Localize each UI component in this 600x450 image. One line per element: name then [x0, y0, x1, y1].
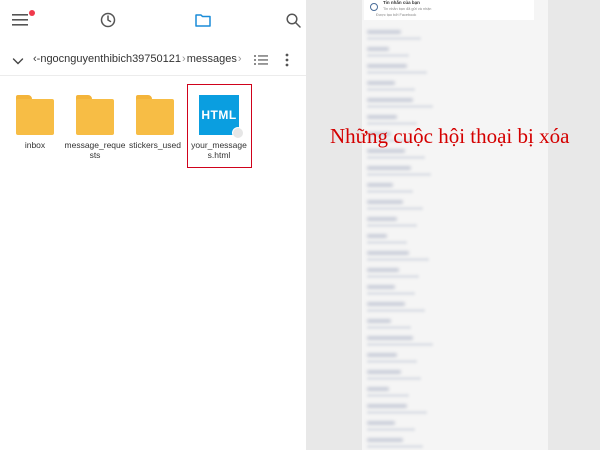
file-item-message-requests[interactable]: message_requests — [64, 90, 126, 160]
messages-header-subtitle: Tin nhắn bạn đã gửi và nhận — [383, 7, 432, 11]
blurred-conversation-subtitle — [367, 360, 417, 363]
blurred-conversation-title — [367, 268, 399, 272]
selection-highlight — [187, 84, 252, 168]
blurred-conversation-subtitle — [367, 71, 427, 74]
path-separator: › — [182, 53, 186, 65]
notification-dot — [29, 10, 35, 16]
blurred-conversation-title — [367, 81, 395, 85]
messages-list: Tin nhắn của bạn Tin nhắn bạn đã gửi và … — [362, 0, 548, 450]
messages-header-note: Được tạo bởi Facebook — [376, 13, 417, 17]
blurred-conversation-title — [367, 387, 389, 391]
blurred-conversation-subtitle — [367, 207, 423, 210]
blurred-conversation-title — [367, 251, 409, 255]
path-segment-parent[interactable]: ‹-ngocnguyenthibich39750121 — [33, 53, 181, 65]
blurred-conversation-subtitle — [367, 54, 409, 57]
blurred-conversation-title — [367, 404, 407, 408]
folder-icon — [76, 95, 114, 135]
path-segments: ‹-ngocnguyenthibich39750121›messages› — [33, 53, 243, 65]
blurred-conversation-subtitle — [367, 394, 409, 397]
blurred-conversation-title — [367, 302, 405, 306]
blurred-conversation-subtitle — [367, 173, 431, 176]
sort-list-icon[interactable] — [253, 52, 269, 68]
messenger-icon — [370, 3, 378, 11]
blurred-conversation-subtitle — [367, 309, 425, 312]
blurred-conversation-subtitle — [367, 377, 421, 380]
search-icon[interactable] — [281, 8, 305, 32]
blurred-conversation-title — [367, 438, 403, 442]
blurred-conversation-subtitle — [367, 224, 417, 227]
blurred-conversation-subtitle — [367, 411, 427, 414]
file-label: message_requests — [64, 140, 126, 160]
folder-icon — [16, 95, 54, 135]
blurred-conversation-title — [367, 166, 411, 170]
top-toolbar — [0, 0, 306, 40]
blurred-conversation-subtitle — [367, 428, 415, 431]
blurred-conversation-title — [367, 421, 395, 425]
deleted-conversations-caption: Những cuộc hội thoại bị xóa — [330, 124, 570, 148]
blurred-conversation-subtitle — [367, 292, 415, 295]
blurred-conversation-subtitle — [367, 190, 413, 193]
blurred-conversation-title — [367, 149, 405, 153]
blurred-conversation-subtitle — [367, 105, 433, 108]
messages-preview: Tin nhắn của bạn Tin nhắn bạn đã gửi và … — [306, 0, 600, 450]
more-options-icon[interactable] — [280, 52, 294, 68]
folder-icon[interactable] — [191, 8, 215, 32]
blurred-conversation-subtitle — [367, 88, 415, 91]
blurred-conversation-title — [367, 336, 413, 340]
folder-icon — [136, 95, 174, 135]
blurred-conversation-title — [367, 285, 395, 289]
blurred-conversation-subtitle — [367, 445, 423, 448]
blurred-conversation-title — [367, 217, 397, 221]
blurred-conversation-title — [367, 47, 389, 51]
blurred-conversation-title — [367, 115, 397, 119]
path-separator-end: › — [237, 53, 242, 65]
file-item-stickers-used[interactable]: stickers_used — [124, 90, 186, 150]
blurred-conversation-title — [367, 30, 401, 34]
blurred-conversation-subtitle — [367, 241, 407, 244]
blurred-conversation-title — [367, 319, 391, 323]
blurred-conversation-subtitle — [367, 37, 421, 40]
file-label: stickers_used — [129, 140, 181, 150]
blurred-conversation-subtitle — [367, 326, 411, 329]
clock-icon[interactable] — [96, 8, 120, 32]
blurred-conversation-subtitle — [367, 258, 429, 261]
blurred-conversation-subtitle — [367, 343, 433, 346]
breadcrumb: ‹-ngocnguyenthibich39750121›messages› — [0, 44, 306, 76]
file-label: inbox — [24, 140, 46, 150]
file-manager: ‹-ngocnguyenthibich39750121›messages› in… — [0, 0, 306, 450]
blurred-conversation-title — [367, 370, 401, 374]
messages-header-title: Tin nhắn của bạn — [383, 0, 420, 5]
file-item-inbox[interactable]: inbox — [4, 90, 66, 150]
blurred-conversation-title — [367, 234, 387, 238]
chevron-down-icon[interactable] — [11, 54, 25, 68]
path-segment-current[interactable]: messages — [187, 53, 237, 65]
blurred-conversation-title — [367, 183, 393, 187]
blurred-conversation-title — [367, 200, 403, 204]
blurred-conversation-subtitle — [367, 275, 419, 278]
blurred-conversation-subtitle — [367, 156, 425, 159]
messages-header-card: Tin nhắn của bạn Tin nhắn bạn đã gửi và … — [364, 0, 534, 20]
blurred-conversation-title — [367, 353, 397, 357]
blurred-conversation-title — [367, 64, 407, 68]
blurred-conversation-title — [367, 98, 413, 102]
